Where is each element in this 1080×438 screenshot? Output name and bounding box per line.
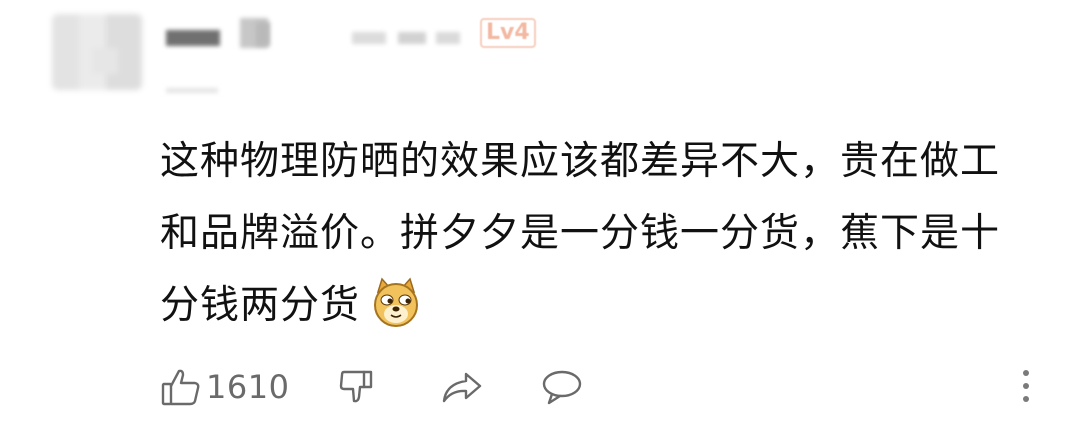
like-button[interactable]: 1610 [160,362,289,412]
meta-blurred [352,32,386,44]
doge-emoji-icon [374,277,419,327]
more-options-button[interactable] [1020,362,1032,412]
share-arrow-icon [442,372,482,403]
username-blurred[interactable] [166,30,220,46]
meta-blurred [436,32,460,44]
dislike-button[interactable] [338,362,380,412]
username-blurred-part[interactable] [256,22,270,46]
vertical-dots-icon [1023,370,1029,402]
like-count: 1610 [206,368,290,406]
comment-line-text: 分钱两分货 [160,283,361,328]
comment-card: Lv4 这种物理防晒的效果应该都差异不大，贵在做工 和品牌溢价。拼夕夕是一分钱一… [0,0,1080,438]
comment-line: 这种物理防晒的效果应该都差异不大，贵在做工 [160,139,1001,184]
comment-line: 和品牌溢价。拼夕夕是一分钱一分货，蕉下是十 [160,211,1001,256]
meta-blurred [166,88,218,93]
meta-blurred [398,32,426,44]
share-button[interactable] [440,362,484,412]
reply-button[interactable] [540,362,584,412]
speech-bubble-icon [542,370,582,405]
comment-line-last: 分钱两分货 [160,270,1060,342]
level-badge: Lv4 [480,18,536,48]
thumbs-up-icon [161,369,200,406]
comment-actions: 1610 [160,362,1040,412]
avatar[interactable] [52,14,142,90]
comment-text: 这种物理防晒的效果应该都差异不大，贵在做工 和品牌溢价。拼夕夕是一分钱一分货，蕉… [160,126,1060,342]
thumbs-down-icon [339,370,373,403]
